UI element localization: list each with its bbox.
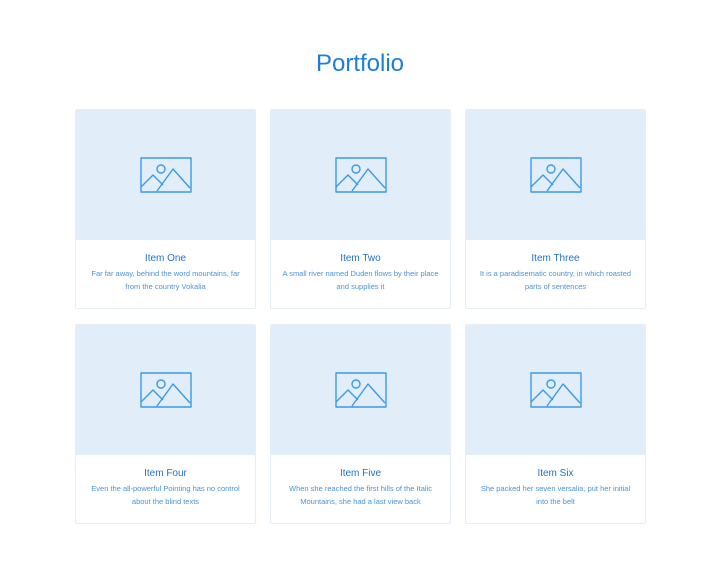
- card-title: Item Six: [537, 468, 574, 479]
- card-thumbnail: [466, 110, 645, 240]
- card-description: It is a paradisematic country, in which …: [479, 269, 632, 291]
- image-placeholder-icon: [139, 372, 192, 408]
- image-placeholder-icon: [139, 157, 192, 193]
- image-placeholder-icon: [334, 372, 387, 408]
- portfolio-card[interactable]: Item Five When she reached the first hil…: [270, 324, 451, 524]
- card-thumbnail: [271, 110, 450, 240]
- portfolio-card[interactable]: Item Four Even the all-powerful Pointing…: [75, 324, 256, 524]
- image-placeholder-icon: [529, 157, 582, 193]
- card-thumbnail: [466, 325, 645, 455]
- card-description: Far far away, behind the word mountains,…: [91, 269, 240, 291]
- portfolio-card[interactable]: Item Three It is a paradisematic country…: [465, 109, 646, 309]
- portfolio-card[interactable]: Item Six She packed her seven versalia, …: [465, 324, 646, 524]
- card-title: Item Five: [339, 468, 382, 479]
- card-body: Item Six She packed her seven versalia, …: [466, 455, 645, 508]
- card-thumbnail: [76, 325, 255, 455]
- card-title: Item One: [144, 253, 187, 264]
- card-body: Item One Far far away, behind the word m…: [76, 240, 255, 293]
- card-body: Item Five When she reached the first hil…: [271, 455, 450, 508]
- card-thumbnail: [76, 110, 255, 240]
- image-placeholder-icon: [334, 157, 387, 193]
- card-description: Even the all-powerful Pointing has no co…: [91, 484, 240, 506]
- card-title: Item Two: [340, 253, 381, 264]
- card-title: Item Four: [144, 468, 187, 479]
- portfolio-card[interactable]: Item Two A small river named Duden flows…: [270, 109, 451, 309]
- image-placeholder-icon: [529, 372, 582, 408]
- card-title: Item Three: [531, 253, 580, 264]
- page-title: Portfolio: [315, 50, 405, 71]
- card-thumbnail: [271, 325, 450, 455]
- portfolio-grid: Item One Far far away, behind the word m…: [75, 109, 646, 524]
- card-body: Item Three It is a paradisematic country…: [466, 240, 645, 293]
- card-description: A small river named Duden flows by their…: [282, 269, 439, 291]
- card-body: Item Two A small river named Duden flows…: [271, 240, 450, 293]
- card-body: Item Four Even the all-powerful Pointing…: [76, 455, 255, 508]
- card-description: When she reached the first hills of the …: [289, 484, 432, 506]
- card-description: She packed her seven versalia, put her i…: [480, 484, 631, 506]
- portfolio-card[interactable]: Item One Far far away, behind the word m…: [75, 109, 256, 309]
